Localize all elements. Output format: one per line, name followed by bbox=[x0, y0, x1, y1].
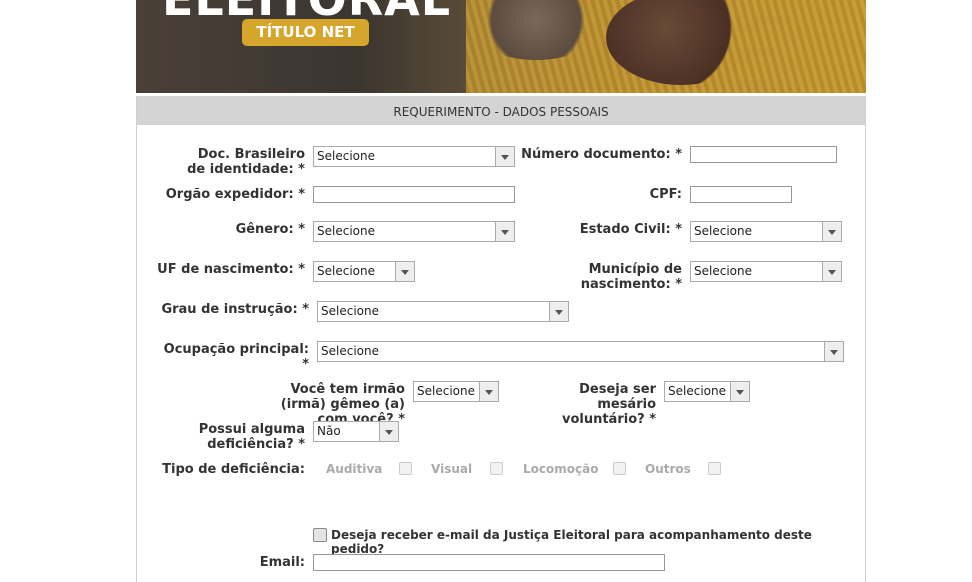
municipio-select[interactable]: Selecione bbox=[690, 261, 842, 282]
numero-documento-label: Número documento: * bbox=[521, 147, 682, 162]
gemeo-select[interactable]: Selecione bbox=[413, 381, 499, 402]
chevron-down-icon bbox=[730, 382, 749, 401]
chevron-down-icon bbox=[549, 302, 568, 321]
ocupacao-value: Selecione bbox=[321, 344, 379, 358]
chevron-down-icon bbox=[824, 342, 843, 361]
estado-civil-value: Selecione bbox=[694, 224, 752, 238]
chevron-down-icon bbox=[495, 222, 514, 241]
gemeo-value: Selecione bbox=[417, 384, 475, 398]
deficiencia-select[interactable]: Não bbox=[313, 421, 399, 442]
cpf-input[interactable] bbox=[690, 186, 792, 203]
grau-instrucao-select[interactable]: Selecione bbox=[317, 301, 569, 322]
genero-select[interactable]: Selecione bbox=[313, 221, 515, 242]
doc-identidade-value: Selecione bbox=[317, 149, 375, 163]
email-input[interactable] bbox=[313, 554, 665, 571]
deficiencia-value: Não bbox=[317, 424, 341, 438]
uf-nascimento-value: Selecione bbox=[317, 264, 375, 278]
header-banner: ELEITORAL TÍTULO NET bbox=[136, 0, 866, 93]
tipo-visual-label: Visual bbox=[431, 462, 473, 476]
doc-identidade-label: Doc. Brasileiro de identidade: * bbox=[187, 147, 305, 177]
genero-value: Selecione bbox=[317, 224, 375, 238]
ocupacao-select[interactable]: Selecione bbox=[317, 341, 844, 362]
ocupacao-label: Ocupação principal: * bbox=[163, 342, 309, 372]
tipo-visual-checkbox[interactable] bbox=[490, 462, 503, 475]
cpf-label: CPF: bbox=[649, 187, 682, 202]
genero-label: Gênero: * bbox=[235, 222, 305, 237]
estado-civil-select[interactable]: Selecione bbox=[690, 221, 842, 242]
mesario-value: Selecione bbox=[668, 384, 726, 398]
tipo-auditiva-label: Auditiva bbox=[326, 462, 383, 476]
tipo-auditiva-checkbox[interactable] bbox=[399, 462, 412, 475]
email-optin-label: Deseja receber e-mail da Justiça Eleitor… bbox=[331, 528, 812, 556]
email-optin-checkbox[interactable] bbox=[313, 528, 327, 542]
email-label: Email: bbox=[259, 555, 305, 570]
banner-badge: TÍTULO NET bbox=[242, 19, 369, 46]
chevron-down-icon bbox=[822, 262, 841, 281]
chevron-down-icon bbox=[379, 422, 398, 441]
grau-instrucao-value: Selecione bbox=[321, 304, 379, 318]
chevron-down-icon bbox=[479, 382, 498, 401]
tipo-locomocao-label: Locomoção bbox=[523, 462, 599, 476]
section-title: REQUERIMENTO - DADOS PESSOAIS bbox=[137, 96, 865, 125]
municipio-label: Município de nascimento: * bbox=[580, 262, 682, 292]
mesario-select[interactable]: Selecione bbox=[664, 381, 750, 402]
orgao-expedidor-label: Orgão expedidor: * bbox=[165, 187, 305, 202]
chevron-down-icon bbox=[395, 262, 414, 281]
chevron-down-icon bbox=[495, 147, 514, 166]
mesario-label: Deseja ser mesário voluntário? * bbox=[561, 382, 656, 427]
tipo-deficiencia-label: Tipo de deficiência: bbox=[162, 462, 305, 477]
uf-nascimento-select[interactable]: Selecione bbox=[313, 261, 415, 282]
municipio-value: Selecione bbox=[694, 264, 752, 278]
tipo-locomocao-checkbox[interactable] bbox=[613, 462, 626, 475]
chevron-down-icon bbox=[822, 222, 841, 241]
tipo-outros-label: Outros bbox=[645, 462, 691, 476]
orgao-expedidor-input[interactable] bbox=[313, 186, 515, 203]
estado-civil-label: Estado Civil: * bbox=[579, 222, 682, 237]
numero-documento-input[interactable] bbox=[690, 146, 837, 163]
doc-identidade-select[interactable]: Selecione bbox=[313, 146, 515, 167]
tipo-outros-checkbox[interactable] bbox=[708, 462, 721, 475]
deficiencia-label: Possui alguma deficiência? * bbox=[198, 422, 305, 452]
personal-data-form: REQUERIMENTO - DADOS PESSOAIS Doc. Brasi… bbox=[136, 96, 866, 582]
grau-instrucao-label: Grau de instrução: * bbox=[161, 302, 309, 317]
uf-nascimento-label: UF de nascimento: * bbox=[157, 262, 305, 277]
